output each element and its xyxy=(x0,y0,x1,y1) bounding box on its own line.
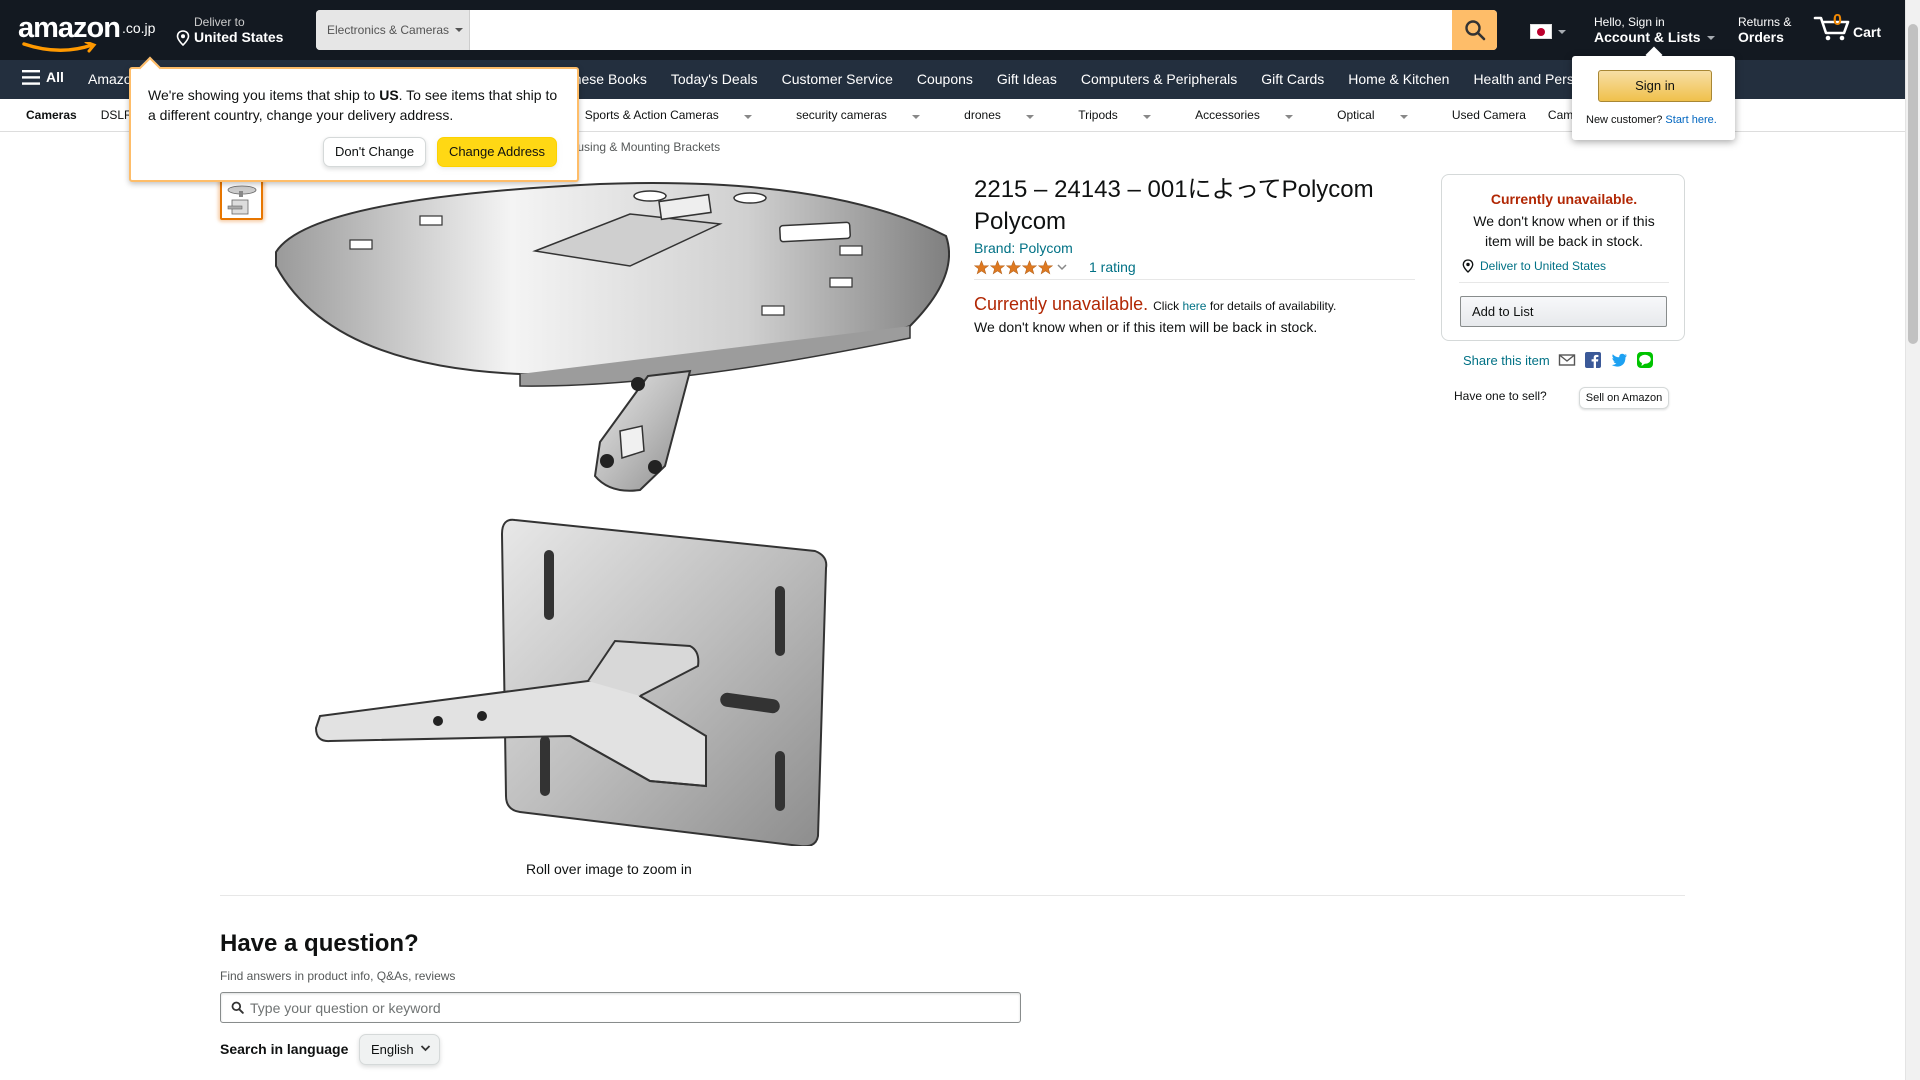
subnav-item-accessories[interactable]: Accessories xyxy=(1195,108,1315,122)
search-language-label: Search in language xyxy=(220,1041,349,1057)
cart-count: 0 xyxy=(1833,12,1842,29)
star-icon xyxy=(1006,259,1021,274)
search-icon xyxy=(1464,20,1485,41)
question-input[interactable] xyxy=(250,999,1020,1016)
add-to-list-button[interactable]: Add to List xyxy=(1460,296,1667,327)
nav-link[interactable]: Coupons xyxy=(917,71,973,87)
top-nav: amazon .co.jp Deliver to United States El… xyxy=(0,0,1905,60)
scrollbar-thumb[interactable] xyxy=(1908,24,1918,344)
location-pin-icon xyxy=(1462,259,1474,273)
chevron-down-icon xyxy=(420,1045,431,1052)
subnav-item-used-camera[interactable]: Used Camera xyxy=(1452,108,1526,122)
caret-down-icon xyxy=(1285,115,1294,119)
subnav-item-dslr[interactable]: DSLR xyxy=(101,108,133,122)
rating-summary[interactable]: 1 rating xyxy=(974,259,1136,275)
japan-flag-icon xyxy=(1530,24,1552,39)
question-subtitle: Find answers in product info, Q&As, revi… xyxy=(220,969,456,983)
caret-down-icon xyxy=(1706,35,1715,40)
subnav-item-security-cameras[interactable]: security cameras xyxy=(796,108,942,122)
twitter-icon[interactable] xyxy=(1610,351,1628,369)
all-menu-button[interactable]: All xyxy=(22,69,64,85)
nav-link[interactable]: Computers & Peripherals xyxy=(1081,71,1237,87)
divider xyxy=(974,279,1415,280)
change-address-button[interactable]: Change Address xyxy=(437,137,557,167)
search-icon xyxy=(231,1001,244,1014)
cart-icon xyxy=(1813,16,1850,41)
nav-link[interactable]: Gift Ideas xyxy=(997,71,1057,87)
subnav-item-sports-action[interactable]: Sports & Action Cameras xyxy=(585,108,774,122)
smile-icon xyxy=(22,42,97,53)
ship-to-popover: We're showing you items that ship to US.… xyxy=(129,67,579,182)
star-icon xyxy=(1022,259,1037,274)
buybox-note: We don't know when or if this item will … xyxy=(1473,213,1655,249)
nav-link[interactable]: Today's Deals xyxy=(671,71,758,87)
zoom-caption: Roll over image to zoom in xyxy=(526,861,692,877)
star-icon xyxy=(974,259,989,274)
sell-label: Have one to sell? xyxy=(1454,389,1547,403)
caret-down-icon xyxy=(1558,29,1566,34)
share-bar: Share this item xyxy=(1463,351,1654,369)
availability-details-link[interactable]: here xyxy=(1182,299,1206,313)
product-title: 2215 – 24143 – 001によってPolycom Polycom xyxy=(974,176,1374,235)
star-icon xyxy=(990,259,1005,274)
line-icon[interactable] xyxy=(1636,351,1654,369)
back-in-stock-note: We don't know when or if this item will … xyxy=(974,319,1318,335)
start-here-link[interactable]: Start here. xyxy=(1665,114,1716,126)
sign-in-button[interactable]: Sign in xyxy=(1598,70,1712,102)
amazon-logo[interactable]: amazon .co.jp xyxy=(18,12,155,53)
bracket-thumbnail-image xyxy=(227,185,257,215)
search-button[interactable] xyxy=(1452,10,1497,50)
nav-link[interactable]: Home & Kitchen xyxy=(1348,71,1449,87)
buybox-deliver-link[interactable]: Deliver to United States xyxy=(1462,259,1606,273)
caret-down-icon xyxy=(455,28,464,32)
language-selector[interactable] xyxy=(1530,24,1566,39)
caret-down-icon xyxy=(912,115,921,119)
divider xyxy=(1459,282,1669,283)
deliver-to[interactable]: Deliver to United States xyxy=(176,15,283,46)
section-divider xyxy=(220,895,1685,896)
brand-link[interactable]: Brand: Polycom xyxy=(974,240,1073,256)
caret-down-icon xyxy=(744,115,753,119)
subnav-item-optical[interactable]: Optical xyxy=(1337,108,1430,122)
page-scrollbar[interactable] xyxy=(1905,0,1920,1080)
search-bar: Electronics & Cameras xyxy=(316,10,1497,50)
nav-link[interactable]: Gift Cards xyxy=(1261,71,1324,87)
account-and-lists[interactable]: Hello, Sign in Account & Lists xyxy=(1594,15,1715,46)
location-pin-icon xyxy=(176,29,190,46)
star-rating[interactable] xyxy=(974,259,1053,275)
rating-count-link[interactable]: 1 rating xyxy=(1089,259,1136,275)
subnav-item-cameras[interactable]: Cameras xyxy=(26,108,77,122)
ship-to-message: We're showing you items that ship to US.… xyxy=(148,87,558,123)
buy-box: Currently unavailable. We don't know whe… xyxy=(1441,174,1685,341)
email-icon[interactable] xyxy=(1558,351,1576,369)
search-input[interactable] xyxy=(470,10,1452,50)
hamburger-icon xyxy=(22,69,40,85)
new-customer-prompt: New customer? Start here. xyxy=(1586,114,1717,126)
product-thumbnail[interactable] xyxy=(220,180,263,220)
caret-down-icon xyxy=(1143,115,1152,119)
star-icon xyxy=(1038,259,1053,274)
facebook-icon[interactable] xyxy=(1584,351,1602,369)
caret-down-icon xyxy=(1399,115,1408,119)
subnav-item-drones[interactable]: drones xyxy=(964,108,1056,122)
sell-on-amazon-button[interactable]: Sell on Amazon xyxy=(1579,387,1669,409)
cart[interactable]: 0 Cart xyxy=(1813,12,1881,42)
availability-status: Currently unavailable. Click here for de… xyxy=(974,294,1337,314)
subnav-item-tripods[interactable]: Tripods xyxy=(1078,108,1173,122)
language-select[interactable]: English xyxy=(359,1034,440,1065)
returns-and-orders[interactable]: Returns & Orders xyxy=(1738,15,1791,46)
question-title: Have a question? xyxy=(220,930,419,957)
dont-change-button[interactable]: Don't Change xyxy=(323,137,426,167)
nav-link[interactable]: Customer Service xyxy=(782,71,893,87)
chevron-down-icon xyxy=(1057,264,1067,271)
buybox-status: Currently unavailable. xyxy=(1490,191,1638,207)
search-category-dropdown[interactable]: Electronics & Cameras xyxy=(316,10,470,50)
product-main-image[interactable] xyxy=(270,176,950,846)
question-search-field[interactable] xyxy=(220,992,1021,1023)
caret-down-icon xyxy=(1026,115,1035,119)
signin-flyout: Sign in New customer? Start here. xyxy=(1572,56,1735,140)
